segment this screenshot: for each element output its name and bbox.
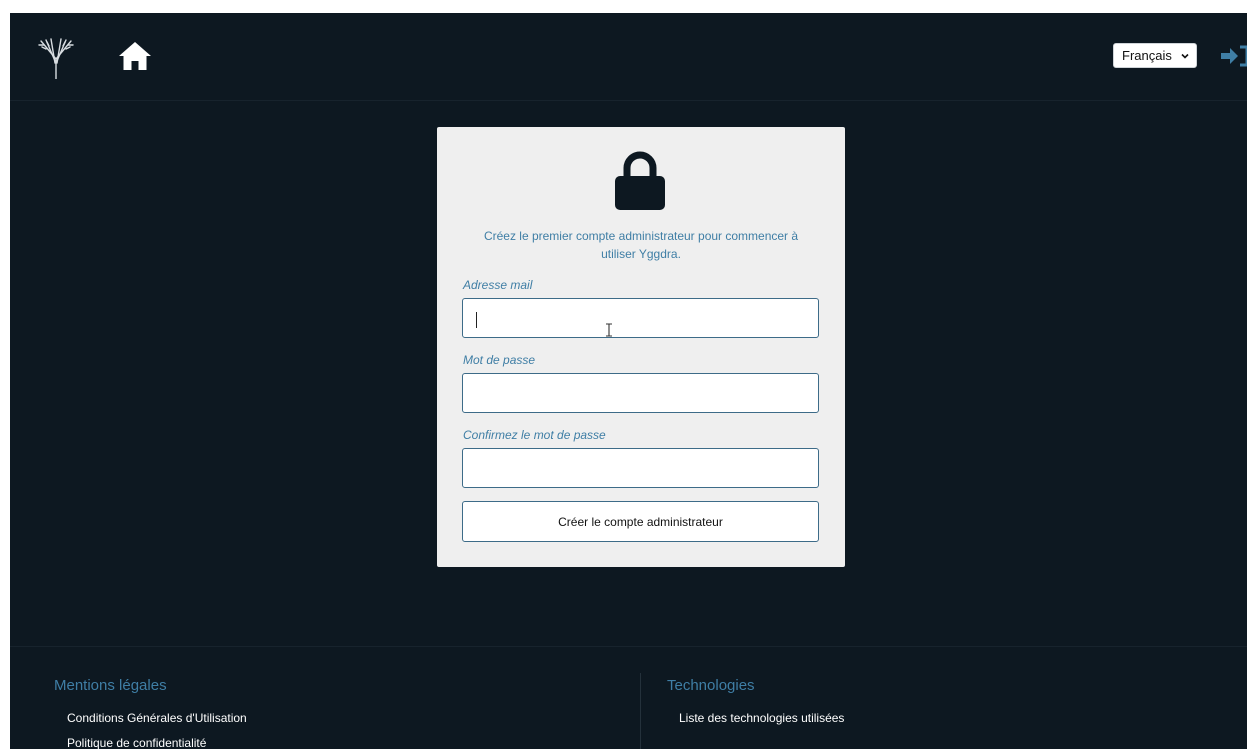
password-field[interactable]	[462, 373, 819, 413]
confirm-password-label: Confirmez le mot de passe	[463, 428, 606, 442]
text-cursor-icon	[606, 323, 612, 337]
home-icon[interactable]	[118, 41, 152, 71]
password-label: Mot de passe	[463, 353, 536, 367]
sign-in-icon[interactable]	[1220, 45, 1247, 67]
email-field[interactable]	[462, 298, 819, 338]
lock-icon	[615, 151, 665, 210]
confirm-password-field[interactable]	[462, 448, 819, 488]
footer-link-terms[interactable]: Conditions Générales d'Utilisation	[67, 711, 247, 725]
footer-link-privacy[interactable]: Politique de confidentialité	[67, 736, 206, 749]
footer-tech-title: Technologies	[667, 677, 755, 694]
app-viewport: Français Créez le premier compte adminis…	[10, 13, 1247, 749]
footer: Mentions légales Conditions Générales d'…	[10, 646, 1247, 749]
intro-text: Créez le premier compte administrateur p…	[483, 229, 799, 261]
top-bar: Français	[10, 13, 1247, 101]
email-label: Adresse mail	[463, 278, 533, 292]
language-select[interactable]: Français	[1113, 43, 1197, 68]
text-caret	[476, 312, 477, 328]
language-select-value: Français	[1122, 48, 1172, 63]
footer-legal-title: Mentions légales	[54, 677, 167, 694]
chevron-down-icon	[1181, 53, 1189, 59]
create-admin-button[interactable]: Créer le compte administrateur	[462, 501, 819, 542]
footer-link-technologies[interactable]: Liste des technologies utilisées	[679, 711, 844, 725]
tree-logo-icon[interactable]	[36, 37, 76, 79]
footer-divider	[640, 673, 641, 749]
admin-setup-card: Créez le premier compte administrateur p…	[437, 127, 845, 567]
